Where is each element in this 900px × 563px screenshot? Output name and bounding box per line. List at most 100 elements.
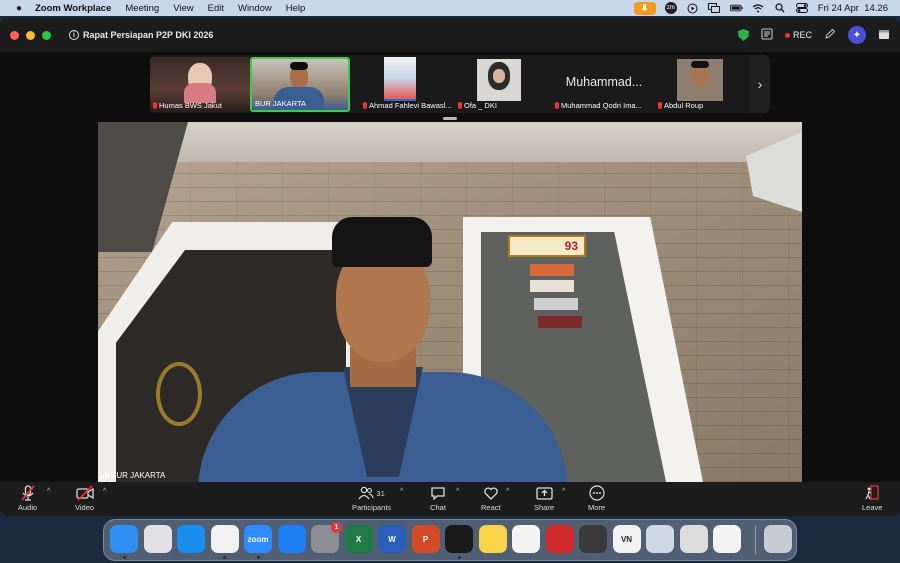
notes-icon[interactable] xyxy=(761,28,773,42)
recording-indicator[interactable]: REC xyxy=(784,30,812,40)
menu-app-name[interactable]: Zoom Workplace xyxy=(35,3,111,14)
fullscreen-window-button[interactable] xyxy=(42,30,51,40)
audio-button[interactable]: Audio xyxy=(18,485,37,512)
participant-poster xyxy=(384,57,416,99)
video-button[interactable]: Video xyxy=(75,485,94,512)
dock-app-spotify[interactable] xyxy=(445,525,473,553)
dock-app-iphone-mirroring[interactable] xyxy=(679,525,708,553)
muted-mic-icon xyxy=(555,102,559,109)
dock-app-word[interactable]: W xyxy=(378,525,406,553)
dock-app-excel[interactable]: X xyxy=(344,525,373,553)
participant-name: Ofa _ DKI xyxy=(464,101,497,110)
audio-label: Audio xyxy=(18,503,38,512)
dock-app-app-store[interactable] xyxy=(277,525,306,553)
react-options-chevron-icon[interactable]: ^ xyxy=(506,488,509,495)
participant-tile-active[interactable]: BUR JAKARTA xyxy=(250,57,350,112)
chat-options-chevron-icon[interactable]: ^ xyxy=(456,488,459,495)
dock-app-launchpad[interactable] xyxy=(143,525,172,553)
react-label: React xyxy=(481,503,501,512)
macos-menu-bar: ● Zoom Workplace Meeting View Edit Windo… xyxy=(0,0,900,16)
info-icon[interactable]: i xyxy=(69,30,79,40)
dock-app-safari[interactable] xyxy=(177,525,205,553)
participant-tile[interactable]: Abdul Roup xyxy=(655,57,755,112)
running-indicator-dot xyxy=(122,556,126,559)
control-center-icon[interactable] xyxy=(796,3,809,14)
spotlight-search-icon[interactable] xyxy=(774,3,787,14)
dock-app-zoom[interactable]: zoom xyxy=(244,525,272,553)
participants-options-chevron-icon[interactable]: ^ xyxy=(400,488,403,495)
dock-app-preview[interactable] xyxy=(646,525,674,553)
dock-app-capcut[interactable] xyxy=(713,525,741,553)
wifi-icon[interactable] xyxy=(752,3,765,14)
dock-app-chrome[interactable] xyxy=(210,525,239,553)
titlebar-actions: REC ✦ xyxy=(737,18,890,52)
share-options-chevron-icon[interactable]: ^ xyxy=(562,488,565,495)
participant-tile[interactable]: Humas BWS Jakut xyxy=(150,57,250,112)
more-dots-icon xyxy=(588,485,605,501)
participant-tile[interactable]: Ofa _ DKI xyxy=(455,57,555,112)
apple-icon[interactable]: ● xyxy=(12,3,26,14)
battery-icon[interactable] xyxy=(729,3,743,14)
recording-dot-icon xyxy=(784,32,790,38)
menu-view[interactable]: View xyxy=(173,3,193,14)
participant-tile[interactable]: Muhammad... Muhammad Qodri Ima... xyxy=(552,57,656,112)
participant-filmstrip: Humas BWS Jakut BUR JAKARTA Ahmad Fahlev… xyxy=(150,55,770,113)
macos-dock: zoom 1 X W P VN xyxy=(103,519,797,561)
whiteboard-pen-icon[interactable] xyxy=(824,28,836,42)
more-button[interactable]: More xyxy=(588,485,605,512)
active-speaker-video[interactable]: 93 BUR JAKARTA xyxy=(98,122,802,482)
dock-app-freeform[interactable] xyxy=(512,525,540,553)
menu-window[interactable]: Window xyxy=(238,3,272,14)
meeting-title: Rapat Persiapan P2P DKI 2026 xyxy=(83,30,214,40)
participant-tile[interactable]: Ahmad Fahlevi Bawasl... xyxy=(360,57,460,112)
speaker-person xyxy=(198,217,568,482)
share-button[interactable]: Share xyxy=(534,485,554,512)
dock-app-notes[interactable] xyxy=(478,525,507,553)
minimize-window-button[interactable] xyxy=(26,30,35,40)
dock-app-finder[interactable] xyxy=(110,525,138,553)
menu-meeting[interactable]: Meeting xyxy=(125,3,159,14)
dock-app-calculator[interactable] xyxy=(579,525,607,553)
menu-edit[interactable]: Edit xyxy=(208,3,224,14)
filmstrip-next-button[interactable]: › xyxy=(750,55,770,113)
dock-app-vn[interactable]: VN xyxy=(612,525,641,553)
zoom-status-icon[interactable]: zm xyxy=(664,2,677,14)
leave-door-icon xyxy=(864,485,880,501)
dock-app-powerpoint[interactable]: P xyxy=(411,525,440,553)
play-circle-icon[interactable] xyxy=(686,3,699,14)
mic-in-use-icon[interactable] xyxy=(633,1,656,15)
apps-icon[interactable] xyxy=(878,28,890,42)
dock-app-label: X xyxy=(355,534,362,544)
chevron-right-icon: › xyxy=(757,76,763,92)
muted-mic-icon xyxy=(363,102,367,109)
dock-separator xyxy=(755,526,756,554)
participants-icon xyxy=(358,486,374,500)
menu-clock[interactable]: Fri 24 Apr 14.26 xyxy=(818,3,888,14)
react-button[interactable]: React xyxy=(481,485,501,512)
participants-count: 31 xyxy=(376,488,385,498)
chat-button[interactable]: Chat xyxy=(430,485,446,512)
participants-button[interactable]: 31 Participants xyxy=(352,485,391,512)
security-shield-icon[interactable] xyxy=(737,29,749,41)
video-label: Video xyxy=(75,503,95,512)
ai-companion-button[interactable]: ✦ xyxy=(848,26,866,44)
leave-button[interactable]: Leave xyxy=(862,485,882,512)
video-options-chevron-icon[interactable]: ^ xyxy=(103,488,106,495)
dock-app-system-settings[interactable]: 1 xyxy=(311,522,342,553)
share-label: Share xyxy=(534,503,555,512)
meeting-info[interactable]: i Rapat Persiapan P2P DKI 2026 xyxy=(69,30,213,40)
close-window-button[interactable] xyxy=(10,30,19,40)
more-label: More xyxy=(588,503,606,512)
filmstrip-resize-handle[interactable] xyxy=(443,117,457,120)
dock-app-pdf-reader[interactable] xyxy=(545,525,574,553)
menu-help[interactable]: Help xyxy=(286,3,306,14)
audio-options-chevron-icon[interactable]: ^ xyxy=(47,488,50,495)
speaker-name: BUR JAKARTA xyxy=(111,471,166,480)
share-screen-icon xyxy=(535,485,553,501)
screen-mirroring-icon[interactable] xyxy=(708,3,721,14)
running-indicator-dot xyxy=(256,556,260,559)
dock-app-trash[interactable] xyxy=(764,525,792,553)
dock-app-label: zoom xyxy=(247,534,269,544)
rec-label: REC xyxy=(792,30,812,40)
participant-name: Muhammad Qodri Ima... xyxy=(561,101,642,110)
